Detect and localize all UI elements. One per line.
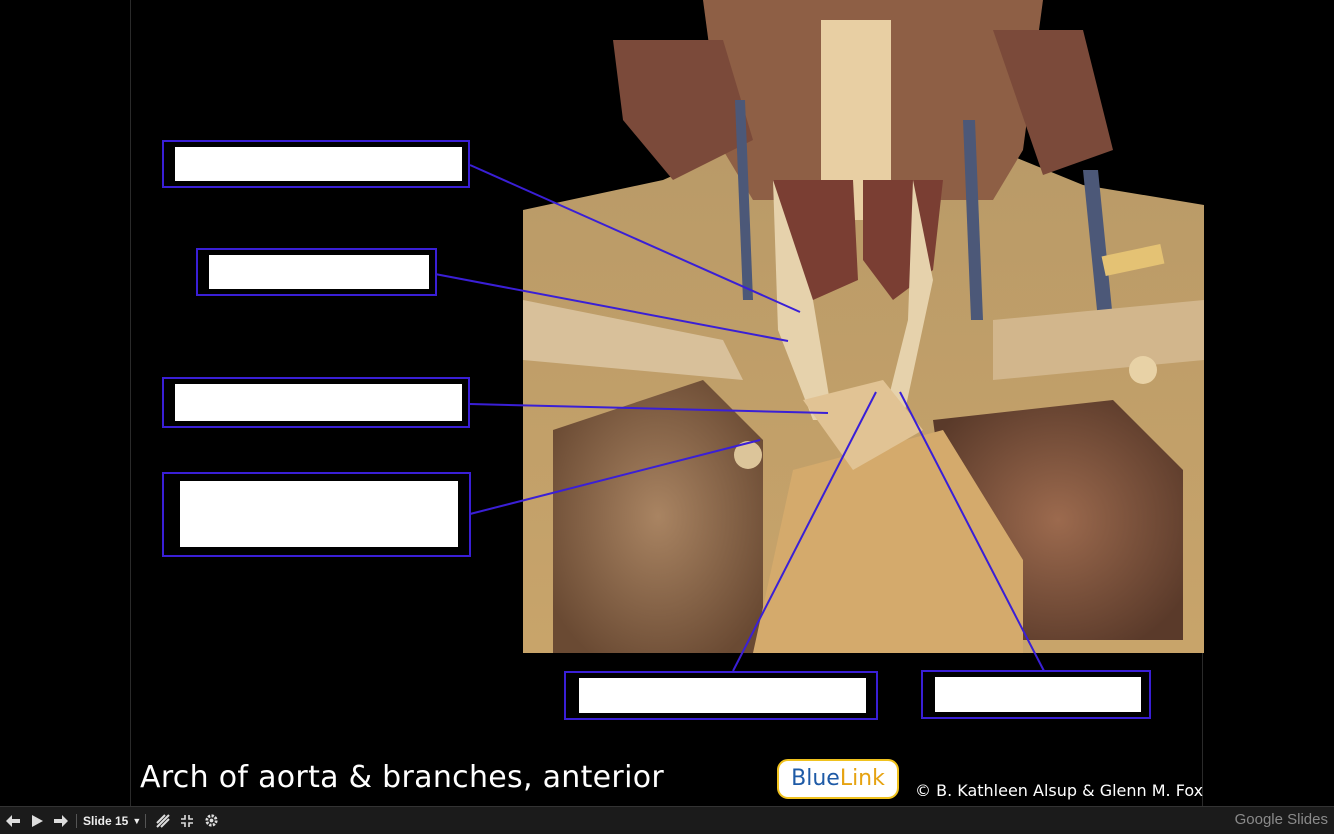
slide-picker-dropdown[interactable]: Slide 15 ▼ bbox=[83, 814, 141, 828]
label-box-6[interactable] bbox=[921, 670, 1151, 719]
label-box-5-text bbox=[579, 678, 866, 713]
label-box-1[interactable] bbox=[162, 140, 470, 188]
logo-text-link: Link bbox=[839, 766, 885, 791]
label-box-1-text bbox=[175, 147, 462, 181]
logo-text-blue: Blue bbox=[791, 766, 840, 791]
slide-number-label: Slide 15 bbox=[83, 813, 129, 828]
label-box-6-text bbox=[935, 677, 1141, 712]
gear-icon[interactable] bbox=[200, 810, 222, 832]
label-box-3-text bbox=[175, 384, 462, 421]
play-icon[interactable] bbox=[26, 810, 48, 832]
presenter-toolbar: Slide 15 ▼ Google Slides bbox=[0, 806, 1334, 834]
google-slides-logo-google: Google bbox=[1234, 811, 1283, 828]
google-slides-logo-slides: Slides bbox=[1282, 811, 1328, 828]
label-box-4-text bbox=[180, 481, 458, 547]
label-box-2[interactable] bbox=[196, 248, 437, 296]
toolbar-divider bbox=[145, 813, 147, 828]
google-slides-logo: Google Slides bbox=[1235, 811, 1328, 828]
dissection-photo bbox=[523, 0, 1204, 653]
toolbar-divider bbox=[76, 813, 77, 828]
label-box-3[interactable] bbox=[162, 377, 470, 428]
label-box-2-text bbox=[209, 255, 429, 289]
label-box-4[interactable] bbox=[162, 472, 471, 557]
bluelink-logo: BlueLink bbox=[777, 759, 899, 799]
presentation-stage: Arch of aorta & branches, anterior BlueL… bbox=[0, 0, 1334, 806]
slide-title: Arch of aorta & branches, anterior bbox=[140, 760, 664, 795]
exit-fullscreen-icon[interactable] bbox=[176, 810, 198, 832]
prev-arrow-icon[interactable] bbox=[2, 810, 24, 832]
next-arrow-icon[interactable] bbox=[50, 810, 72, 832]
label-box-5[interactable] bbox=[564, 671, 878, 720]
chevron-down-icon: ▼ bbox=[132, 815, 142, 826]
laser-pointer-icon[interactable] bbox=[152, 810, 174, 832]
copyright-text: © B. Kathleen Alsup & Glenn M. Fox bbox=[915, 781, 1204, 800]
